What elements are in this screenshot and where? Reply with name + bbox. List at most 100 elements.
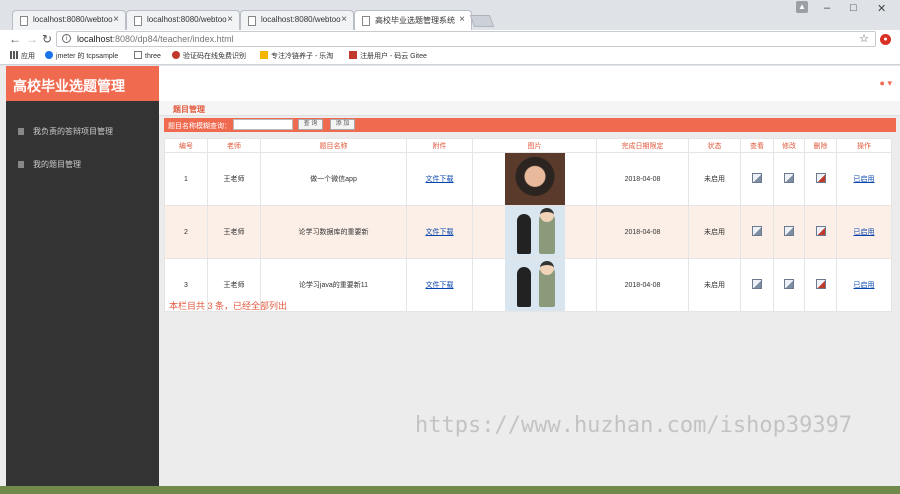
bookmarks-bar: 应用 jmeter 的 tcpsample three 验证码在线免费识别 专注…	[0, 48, 900, 65]
maximize-icon[interactable]: □	[850, 2, 857, 14]
list-summary: 本栏目共 3 条，已经全部列出	[169, 301, 288, 311]
action-link[interactable]: 已启用	[854, 282, 875, 289]
delete-icon[interactable]	[815, 173, 826, 183]
col-header: 查看	[740, 138, 774, 153]
address-url[interactable]: localhost:8080/dp84/teacher/index.html	[77, 34, 234, 44]
cell-id: 2	[164, 205, 208, 259]
cell-teacher: 王老师	[207, 152, 261, 206]
cell-action: 已启用	[836, 205, 892, 259]
gitee-icon	[349, 51, 357, 59]
browser-tab-label: localhost:8080/webtoo	[261, 15, 341, 24]
browser-tab[interactable]: localhost:8080/webtoo ×	[240, 10, 354, 30]
document-icon	[18, 161, 24, 168]
browser-tab[interactable]: localhost:8080/webtoo ×	[126, 10, 240, 30]
back-icon[interactable]: ←	[9, 31, 21, 47]
brand-title: 高校毕业选题管理	[6, 66, 159, 101]
cell-delete	[804, 152, 837, 206]
browser-tab-label: 高校毕业选题管理系统	[375, 16, 455, 25]
cell-edit	[773, 258, 805, 312]
cell-image	[472, 205, 597, 259]
site-icon	[260, 51, 268, 59]
col-header: 老师	[207, 138, 261, 153]
close-icon[interactable]: ×	[341, 14, 347, 25]
col-header: 修改	[773, 138, 805, 153]
forward-icon[interactable]: →	[26, 31, 38, 47]
minimize-icon[interactable]: –	[824, 2, 830, 14]
watermark: https://www.huzhan.com/ishop39397	[415, 413, 853, 438]
download-link[interactable]: 文件下载	[426, 176, 454, 183]
view-icon[interactable]	[752, 279, 762, 289]
extension-icon[interactable]: ●	[880, 34, 891, 45]
cell-edit	[773, 152, 805, 206]
close-window-icon[interactable]: ✕	[877, 2, 886, 15]
user-icon[interactable]: ● ▾	[880, 78, 892, 89]
col-header: 操作	[836, 138, 892, 153]
action-link[interactable]: 已启用	[854, 176, 875, 183]
browser-toolbar: ← → ↻ i localhost:8080/dp84/teacher/inde…	[0, 30, 900, 48]
view-icon[interactable]	[752, 226, 762, 236]
bookmark-item[interactable]: jmeter 的 tcpsample	[45, 51, 118, 61]
page-icon	[362, 16, 370, 26]
profile-icon[interactable]: ▲	[796, 1, 808, 13]
section-title: 题目管理	[159, 101, 900, 116]
bookmark-item[interactable]: 专注冷链养子 - 乐淘	[260, 51, 333, 61]
address-bar[interactable]: i localhost:8080/dp84/teacher/index.html…	[56, 31, 876, 47]
info-icon[interactable]: i	[62, 34, 71, 43]
cell-title: 论学习数据库的重要新	[260, 205, 407, 259]
cell-view	[740, 258, 774, 312]
table-row: 2 王老师 论学习数据库的重要新 文件下载 2018-04-08 未启用 已启用	[164, 205, 892, 259]
cell-attachment: 文件下载	[406, 258, 473, 312]
edit-icon[interactable]	[784, 173, 794, 183]
bookmark-item[interactable]: 注册用户 - 码云 Gitee	[349, 51, 427, 61]
delete-icon[interactable]	[815, 226, 826, 236]
desktop-strip	[0, 486, 900, 494]
topic-image-cartoon-pair	[504, 259, 565, 311]
cell-view	[740, 205, 774, 259]
star-icon[interactable]: ☆	[859, 32, 869, 45]
edit-icon[interactable]	[784, 279, 794, 289]
view-icon[interactable]	[752, 173, 762, 183]
add-button[interactable]: 添 加	[330, 119, 355, 130]
cell-action: 已启用	[836, 258, 892, 312]
browser-tab-active[interactable]: 高校毕业选题管理系统 ×	[354, 10, 472, 31]
sidebar: 高校毕业选题管理 我负责的答辩项目管理 我的题目管理	[6, 66, 159, 486]
cell-image	[472, 152, 597, 206]
query-button[interactable]: 查 询	[298, 119, 323, 130]
col-header: 编号	[164, 138, 208, 153]
delete-icon[interactable]	[815, 279, 826, 289]
page-icon	[248, 16, 256, 26]
cell-status: 未启用	[688, 152, 741, 206]
close-icon[interactable]: ×	[227, 14, 233, 25]
col-header: 状态	[688, 138, 741, 153]
action-link[interactable]: 已启用	[854, 229, 875, 236]
cell-view	[740, 152, 774, 206]
cell-attachment: 文件下载	[406, 152, 473, 206]
cell-image	[472, 258, 597, 312]
close-icon[interactable]: ×	[113, 14, 119, 25]
close-icon[interactable]: ×	[459, 14, 465, 25]
document-icon	[18, 128, 24, 135]
edit-icon[interactable]	[784, 226, 794, 236]
col-header: 题目名称	[260, 138, 407, 153]
col-header: 图片	[472, 138, 597, 153]
topic-image-dark-portrait	[504, 153, 565, 205]
browser-tab[interactable]: localhost:8080/webtoo ×	[12, 10, 126, 30]
sidebar-item-my-topics[interactable]: 我的题目管理	[6, 154, 159, 174]
search-input[interactable]	[233, 119, 293, 130]
bookmark-item[interactable]: three	[134, 51, 161, 60]
cell-title: 做一个微信app	[260, 152, 407, 206]
search-bar: 题目名称模糊查询： 查 询 添 加	[164, 118, 896, 132]
apps-icon	[10, 51, 18, 59]
col-header: 附件	[406, 138, 473, 153]
new-tab-button[interactable]	[469, 15, 495, 27]
search-label: 题目名称模糊查询：	[168, 123, 231, 130]
browser-tab-label: localhost:8080/webtoo	[147, 15, 227, 24]
download-link[interactable]: 文件下载	[426, 229, 454, 236]
download-link[interactable]: 文件下载	[426, 282, 454, 289]
cell-id: 1	[164, 152, 208, 206]
bookmark-apps[interactable]: 应用	[10, 51, 35, 61]
page-icon	[134, 16, 142, 26]
sidebar-item-defense-projects[interactable]: 我负责的答辩项目管理	[6, 121, 159, 141]
bookmark-item[interactable]: 验证码在线免费识别	[172, 51, 246, 61]
reload-icon[interactable]: ↻	[42, 31, 52, 47]
